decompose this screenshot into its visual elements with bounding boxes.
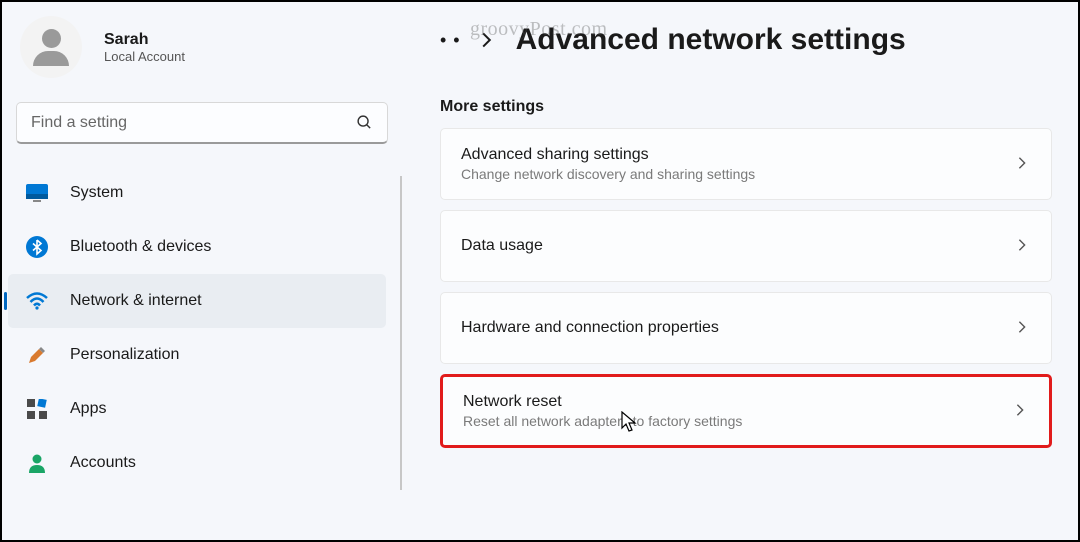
account-type: Local Account bbox=[104, 49, 185, 64]
sidebar-item-apps[interactable]: Apps bbox=[8, 382, 386, 436]
account-name: Sarah bbox=[104, 31, 185, 49]
wifi-icon bbox=[26, 290, 48, 312]
section-heading: More settings bbox=[440, 98, 1052, 116]
breadcrumb-back[interactable]: • • bbox=[440, 30, 461, 51]
chevron-right-icon bbox=[1013, 403, 1029, 419]
sidebar-item-bluetooth[interactable]: Bluetooth & devices bbox=[8, 220, 386, 274]
card-network-reset[interactable]: Network reset Reset all network adapters… bbox=[440, 374, 1052, 448]
breadcrumb: groovyPost.com • • Advanced network sett… bbox=[440, 20, 1052, 60]
sidebar-item-system[interactable]: System bbox=[8, 166, 386, 220]
sidebar-item-label: Personalization bbox=[70, 346, 179, 364]
card-data-usage[interactable]: Data usage bbox=[440, 210, 1052, 282]
sidebar: Sarah Local Account System bbox=[2, 2, 402, 540]
sidebar-item-label: System bbox=[70, 184, 123, 202]
person-icon bbox=[26, 452, 48, 474]
sidebar-item-personalization[interactable]: Personalization bbox=[8, 328, 386, 382]
card-title: Data usage bbox=[461, 237, 1015, 255]
avatar bbox=[20, 16, 82, 78]
chevron-right-icon bbox=[1015, 156, 1031, 172]
search-box[interactable] bbox=[16, 102, 388, 144]
apps-icon bbox=[26, 398, 48, 420]
sidebar-item-label: Accounts bbox=[70, 454, 136, 472]
sidebar-item-label: Apps bbox=[70, 400, 106, 418]
search-icon bbox=[356, 114, 373, 131]
chevron-right-icon bbox=[481, 31, 492, 49]
card-subtitle: Change network discovery and sharing set… bbox=[461, 166, 1015, 182]
sidebar-item-label: Bluetooth & devices bbox=[70, 238, 211, 256]
card-advanced-sharing[interactable]: Advanced sharing settings Change network… bbox=[440, 128, 1052, 200]
sidebar-item-network[interactable]: Network & internet bbox=[8, 274, 386, 328]
chevron-right-icon bbox=[1015, 320, 1031, 336]
card-title: Hardware and connection properties bbox=[461, 319, 1015, 337]
sidebar-item-accounts[interactable]: Accounts bbox=[8, 436, 386, 490]
system-icon bbox=[26, 182, 48, 204]
bluetooth-icon bbox=[26, 236, 48, 258]
card-title: Advanced sharing settings bbox=[461, 146, 1015, 164]
card-title: Network reset bbox=[463, 393, 1013, 411]
sidebar-item-label: Network & internet bbox=[70, 292, 202, 310]
search-input[interactable] bbox=[31, 114, 356, 132]
account-block[interactable]: Sarah Local Account bbox=[2, 16, 402, 102]
card-hardware-properties[interactable]: Hardware and connection properties bbox=[440, 292, 1052, 364]
page-title: Advanced network settings bbox=[516, 23, 906, 57]
main-content: groovyPost.com • • Advanced network sett… bbox=[402, 2, 1078, 540]
card-subtitle: Reset all network adapters to factory se… bbox=[463, 413, 1013, 429]
chevron-right-icon bbox=[1015, 238, 1031, 254]
brush-icon bbox=[26, 344, 48, 366]
